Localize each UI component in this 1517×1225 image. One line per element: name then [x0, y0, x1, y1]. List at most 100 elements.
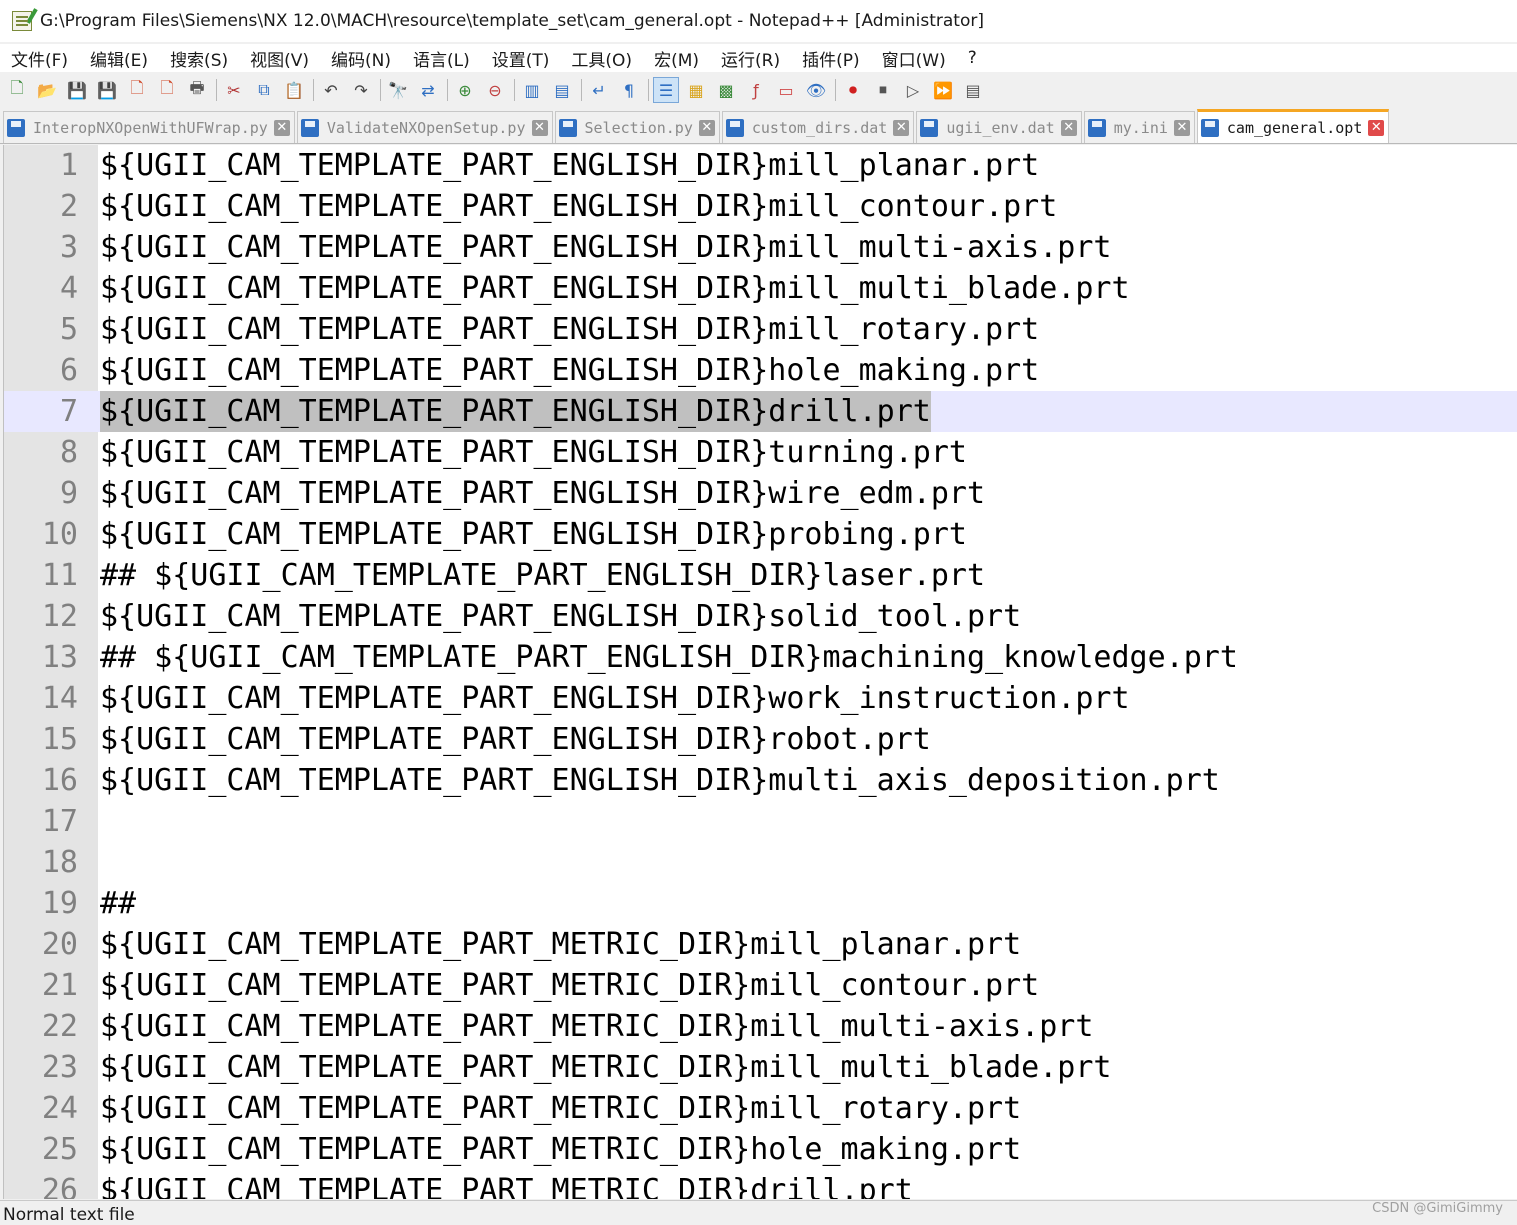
- line-text[interactable]: ${UGII_CAM_TEMPLATE_PART_METRIC_DIR}hole…: [100, 1129, 1021, 1170]
- close-all-icon[interactable]: 🗋: [154, 77, 180, 103]
- close-tab-icon[interactable]: ✕: [1368, 119, 1385, 136]
- close-tab-icon[interactable]: ✕: [273, 119, 290, 136]
- redo-icon[interactable]: ↷: [348, 77, 374, 103]
- close-file-icon[interactable]: 🗋: [124, 77, 150, 103]
- line-text[interactable]: ${UGII_CAM_TEMPLATE_PART_ENGLISH_DIR}mil…: [100, 309, 1039, 350]
- function-list-icon[interactable]: ƒ: [743, 77, 769, 103]
- editor-line[interactable]: 3 ${UGII_CAM_TEMPLATE_PART_ENGLISH_DIR}mi…: [4, 227, 1517, 268]
- document-tab[interactable]: ValidateNXOpenSetup.py ✕: [296, 111, 553, 143]
- editor-line[interactable]: 23 ${UGII_CAM_TEMPLATE_PART_METRIC_DIR}mi…: [4, 1047, 1517, 1088]
- cut-icon[interactable]: ✂: [221, 77, 247, 103]
- close-tab-icon[interactable]: ✕: [698, 119, 715, 136]
- close-tab-icon[interactable]: ✕: [1060, 119, 1077, 136]
- monitoring-icon[interactable]: 👁: [803, 77, 829, 103]
- line-text[interactable]: ${UGII_CAM_TEMPLATE_PART_ENGLISH_DIR}rob…: [100, 719, 931, 760]
- editor-line[interactable]: 24 ${UGII_CAM_TEMPLATE_PART_METRIC_DIR}mi…: [4, 1088, 1517, 1129]
- zoom-in-icon[interactable]: ⊕: [452, 77, 478, 103]
- line-text[interactable]: ${UGII_CAM_TEMPLATE_PART_ENGLISH_DIR}dri…: [100, 391, 931, 432]
- run-macro-multiple-icon[interactable]: ⏩: [930, 77, 956, 103]
- line-text[interactable]: ${UGII_CAM_TEMPLATE_PART_METRIC_DIR}dril…: [100, 1170, 913, 1199]
- line-text[interactable]: ##: [100, 883, 136, 924]
- zoom-out-icon[interactable]: ⊖: [482, 77, 508, 103]
- line-text[interactable]: ${UGII_CAM_TEMPLATE_PART_METRIC_DIR}mill…: [100, 1088, 1021, 1129]
- save-macro-icon[interactable]: ▤: [960, 77, 986, 103]
- menu-item[interactable]: 编码(N): [320, 46, 402, 71]
- editor-line[interactable]: 15 ${UGII_CAM_TEMPLATE_PART_ENGLISH_DIR}r…: [4, 719, 1517, 760]
- close-tab-icon[interactable]: ✕: [531, 119, 548, 136]
- indent-guide-icon[interactable]: ☰: [653, 77, 679, 103]
- editor-line[interactable]: 12 ${UGII_CAM_TEMPLATE_PART_ENGLISH_DIR}s…: [4, 596, 1517, 637]
- line-text[interactable]: ${UGII_CAM_TEMPLATE_PART_ENGLISH_DIR}hol…: [100, 350, 1039, 391]
- sync-horizontal-icon[interactable]: ▤: [549, 77, 575, 103]
- line-text[interactable]: ${UGII_CAM_TEMPLATE_PART_ENGLISH_DIR}pro…: [100, 514, 967, 555]
- play-macro-icon[interactable]: ▷: [900, 77, 926, 103]
- editor-line[interactable]: 2 ${UGII_CAM_TEMPLATE_PART_ENGLISH_DIR}mi…: [4, 186, 1517, 227]
- editor-line[interactable]: 6 ${UGII_CAM_TEMPLATE_PART_ENGLISH_DIR}ho…: [4, 350, 1517, 391]
- document-tab[interactable]: ugii_env.dat ✕: [916, 111, 1082, 143]
- line-text[interactable]: ## ${UGII_CAM_TEMPLATE_PART_ENGLISH_DIR}…: [100, 555, 985, 596]
- line-text[interactable]: ${UGII_CAM_TEMPLATE_PART_METRIC_DIR}mill…: [100, 924, 1021, 965]
- editor-line[interactable]: 21 ${UGII_CAM_TEMPLATE_PART_METRIC_DIR}mi…: [4, 965, 1517, 1006]
- menu-item[interactable]: 搜索(S): [159, 46, 239, 71]
- menu-item[interactable]: 设置(T): [481, 46, 561, 71]
- print-icon[interactable]: 🖶: [184, 77, 210, 103]
- undo-icon[interactable]: ↶: [318, 77, 344, 103]
- editor-line[interactable]: 17: [4, 801, 1517, 842]
- editor-line[interactable]: 26 ${UGII_CAM_TEMPLATE_PART_METRIC_DIR}dr…: [4, 1170, 1517, 1199]
- menu-item[interactable]: 编辑(E): [79, 46, 159, 71]
- user-defined-lang-icon[interactable]: ▦: [683, 77, 709, 103]
- stop-record-icon[interactable]: ⏹: [870, 77, 896, 103]
- editor-line[interactable]: 11 ## ${UGII_CAM_TEMPLATE_PART_ENGLISH_DI…: [4, 555, 1517, 596]
- editor-line[interactable]: 16 ${UGII_CAM_TEMPLATE_PART_ENGLISH_DIR}m…: [4, 760, 1517, 801]
- word-wrap-icon[interactable]: ↵: [586, 77, 612, 103]
- menu-item[interactable]: 运行(R): [710, 46, 791, 71]
- find-icon[interactable]: 🔭: [385, 77, 411, 103]
- replace-icon[interactable]: ⇄: [415, 77, 441, 103]
- show-all-chars-icon[interactable]: ¶: [616, 77, 642, 103]
- document-map-icon[interactable]: ▩: [713, 77, 739, 103]
- line-text[interactable]: ${UGII_CAM_TEMPLATE_PART_METRIC_DIR}mill…: [100, 1047, 1111, 1088]
- menu-item[interactable]: 插件(P): [791, 46, 871, 71]
- line-text[interactable]: ${UGII_CAM_TEMPLATE_PART_ENGLISH_DIR}mil…: [100, 186, 1057, 227]
- copy-icon[interactable]: ⧉: [251, 77, 277, 103]
- open-file-icon[interactable]: 📂: [34, 77, 60, 103]
- line-text[interactable]: ${UGII_CAM_TEMPLATE_PART_ENGLISH_DIR}wor…: [100, 678, 1130, 719]
- editor-line[interactable]: 4 ${UGII_CAM_TEMPLATE_PART_ENGLISH_DIR}mi…: [4, 268, 1517, 309]
- line-text[interactable]: ${UGII_CAM_TEMPLATE_PART_ENGLISH_DIR}mil…: [100, 145, 1039, 186]
- editor-line[interactable]: 1 ${UGII_CAM_TEMPLATE_PART_ENGLISH_DIR}mi…: [4, 145, 1517, 186]
- editor-line[interactable]: 7 ${UGII_CAM_TEMPLATE_PART_ENGLISH_DIR}dr…: [4, 391, 1517, 432]
- menu-item[interactable]: 语言(L): [402, 46, 481, 71]
- line-text[interactable]: ${UGII_CAM_TEMPLATE_PART_METRIC_DIR}mill…: [100, 965, 1039, 1006]
- line-text[interactable]: ${UGII_CAM_TEMPLATE_PART_ENGLISH_DIR}wir…: [100, 473, 985, 514]
- editor-line[interactable]: 10 ${UGII_CAM_TEMPLATE_PART_ENGLISH_DIR}p…: [4, 514, 1517, 555]
- text-editor[interactable]: 1 ${UGII_CAM_TEMPLATE_PART_ENGLISH_DIR}mi…: [3, 145, 1517, 1199]
- line-text[interactable]: ${UGII_CAM_TEMPLATE_PART_ENGLISH_DIR}sol…: [100, 596, 1021, 637]
- line-text[interactable]: ${UGII_CAM_TEMPLATE_PART_ENGLISH_DIR}mul…: [100, 760, 1220, 801]
- close-tab-icon[interactable]: ✕: [1173, 119, 1190, 136]
- line-text[interactable]: ${UGII_CAM_TEMPLATE_PART_ENGLISH_DIR}mil…: [100, 268, 1130, 309]
- document-tab[interactable]: Selection.py ✕: [554, 111, 720, 143]
- document-tab[interactable]: custom_dirs.dat ✕: [721, 111, 915, 143]
- menu-item[interactable]: ?: [957, 48, 988, 68]
- sync-vertical-icon[interactable]: ▥: [519, 77, 545, 103]
- editor-line[interactable]: 18: [4, 842, 1517, 883]
- folder-workspace-icon[interactable]: ▭: [773, 77, 799, 103]
- editor-line[interactable]: 14 ${UGII_CAM_TEMPLATE_PART_ENGLISH_DIR}w…: [4, 678, 1517, 719]
- new-file-icon[interactable]: 🗋: [4, 77, 30, 103]
- editor-line[interactable]: 13 ## ${UGII_CAM_TEMPLATE_PART_ENGLISH_DI…: [4, 637, 1517, 678]
- line-text[interactable]: ## ${UGII_CAM_TEMPLATE_PART_ENGLISH_DIR}…: [100, 637, 1238, 678]
- editor-line[interactable]: 25 ${UGII_CAM_TEMPLATE_PART_METRIC_DIR}ho…: [4, 1129, 1517, 1170]
- editor-line[interactable]: 20 ${UGII_CAM_TEMPLATE_PART_METRIC_DIR}mi…: [4, 924, 1517, 965]
- save-icon[interactable]: 💾: [64, 77, 90, 103]
- menu-item[interactable]: 工具(O): [560, 46, 643, 71]
- editor-line[interactable]: 9 ${UGII_CAM_TEMPLATE_PART_ENGLISH_DIR}wi…: [4, 473, 1517, 514]
- editor-line[interactable]: 19 ##: [4, 883, 1517, 924]
- menu-item[interactable]: 视图(V): [239, 46, 320, 71]
- close-tab-icon[interactable]: ✕: [893, 119, 910, 136]
- line-text[interactable]: ${UGII_CAM_TEMPLATE_PART_METRIC_DIR}mill…: [100, 1006, 1093, 1047]
- line-text[interactable]: ${UGII_CAM_TEMPLATE_PART_ENGLISH_DIR}mil…: [100, 227, 1111, 268]
- menu-item[interactable]: 文件(F): [0, 46, 79, 71]
- editor-line[interactable]: 22 ${UGII_CAM_TEMPLATE_PART_METRIC_DIR}mi…: [4, 1006, 1517, 1047]
- menu-item[interactable]: 宏(M): [643, 46, 710, 71]
- line-text[interactable]: ${UGII_CAM_TEMPLATE_PART_ENGLISH_DIR}tur…: [100, 432, 967, 473]
